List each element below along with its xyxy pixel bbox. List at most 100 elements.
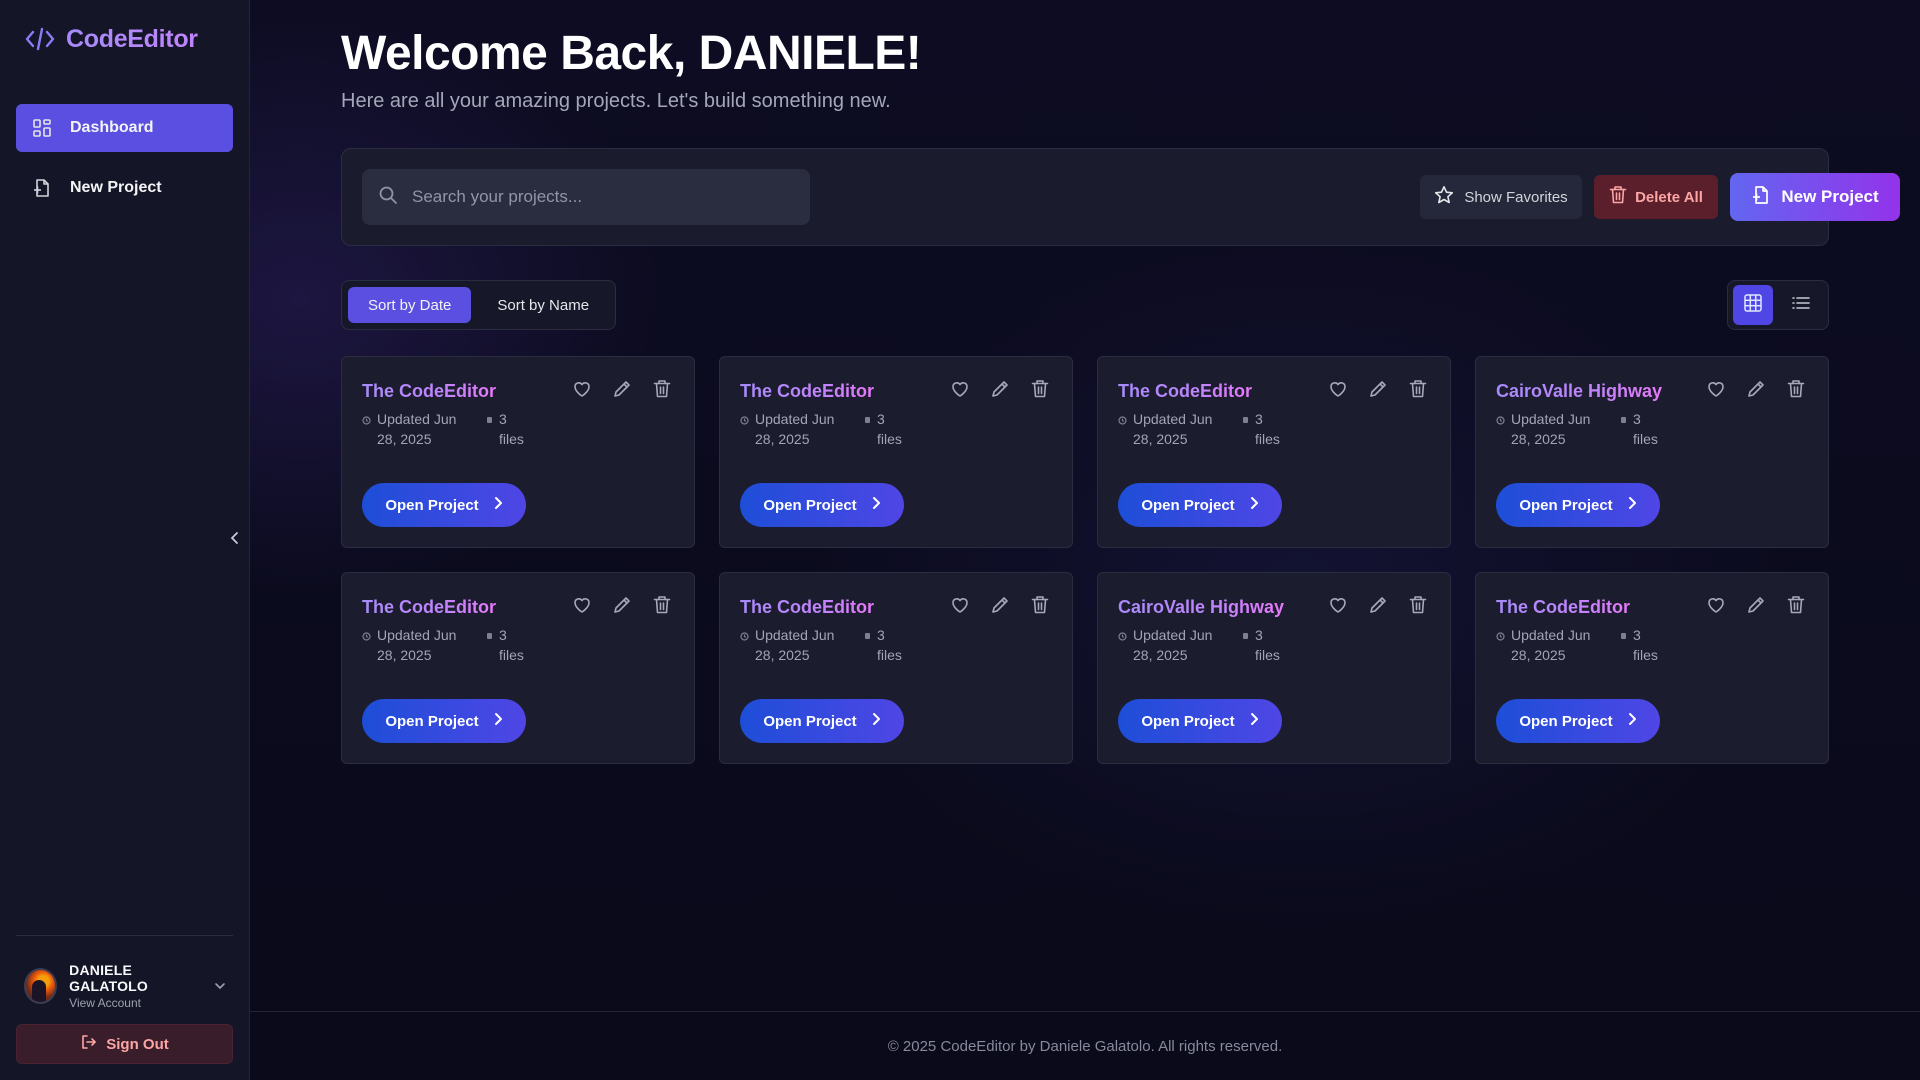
open-project-button[interactable]: Open Project (1496, 699, 1660, 743)
open-project-button[interactable]: Open Project (740, 699, 904, 743)
heart-icon[interactable] (572, 379, 592, 399)
chevron-left-icon (230, 531, 240, 550)
open-project-button[interactable]: Open Project (740, 483, 904, 527)
project-title: The CodeEditor (1118, 381, 1252, 401)
project-updated: Updated Jun 28, 2025 (377, 627, 457, 663)
code-brackets-icon (24, 25, 56, 53)
pencil-icon[interactable] (990, 595, 1010, 615)
open-project-button[interactable]: Open Project (362, 699, 526, 743)
heart-icon[interactable] (950, 379, 970, 399)
project-card[interactable]: The CodeEditor Updated Jun 28, 2025 3 fi… (341, 356, 695, 548)
avatar (24, 968, 58, 1004)
trash-icon[interactable] (1786, 595, 1806, 615)
file-icon (1620, 632, 1627, 640)
clock-icon (1118, 416, 1127, 425)
trash-icon[interactable] (1408, 595, 1428, 615)
sign-out-button[interactable]: Sign Out (16, 1024, 233, 1064)
dashboard-grid-icon (32, 118, 52, 138)
project-card[interactable]: The CodeEditor Updated Jun 28, 2025 3 fi… (719, 572, 1073, 764)
show-favorites-button[interactable]: Show Favorites (1420, 175, 1582, 219)
heart-icon[interactable] (1706, 595, 1726, 615)
project-title: The CodeEditor (740, 597, 874, 617)
chevron-right-icon (1249, 496, 1259, 514)
pencil-icon[interactable] (1746, 379, 1766, 399)
account-menu[interactable]: DANIELE GALATOLO View Account (24, 962, 226, 1010)
view-account-link[interactable]: View Account (69, 996, 202, 1010)
project-card[interactable]: The CodeEditor Updated Jun 28, 2025 3 fi… (1097, 356, 1451, 548)
show-favorites-label: Show Favorites (1464, 188, 1568, 206)
heart-icon[interactable] (1328, 379, 1348, 399)
project-updated: Updated Jun 28, 2025 (1133, 411, 1213, 447)
open-project-button[interactable]: Open Project (1118, 483, 1282, 527)
search-icon (378, 185, 398, 210)
sidebar-item-new-project[interactable]: New Project (16, 164, 233, 212)
open-project-button[interactable]: Open Project (362, 483, 526, 527)
project-title: The CodeEditor (1496, 597, 1630, 617)
trash-icon[interactable] (1408, 379, 1428, 399)
open-project-button[interactable]: Open Project (1496, 483, 1660, 527)
heart-icon[interactable] (572, 595, 592, 615)
project-card[interactable]: CairoValle Highway Updated Jun 28, 2025 … (1475, 356, 1829, 548)
star-icon (1434, 185, 1454, 209)
project-card[interactable]: The CodeEditor Updated Jun 28, 2025 3 fi… (719, 356, 1073, 548)
delete-all-button[interactable]: Delete All (1594, 175, 1718, 219)
chevron-right-icon (1249, 712, 1259, 730)
heart-icon[interactable] (950, 595, 970, 615)
pencil-icon[interactable] (612, 379, 632, 399)
chevron-right-icon (871, 712, 881, 730)
open-project-label: Open Project (763, 496, 857, 514)
open-project-label: Open Project (385, 712, 479, 730)
new-project-label: New Project (1781, 187, 1879, 206)
open-project-label: Open Project (1519, 496, 1613, 514)
grid-view-button[interactable] (1733, 285, 1773, 325)
project-toolbar: Show Favorites Delete All (341, 148, 1900, 246)
account-name: DANIELE GALATOLO (69, 962, 149, 994)
file-icon (1242, 632, 1249, 640)
trash-icon[interactable] (1786, 379, 1806, 399)
main-content: Welcome Back, DANIELE! Here are all your… (250, 0, 1920, 1080)
pencil-icon[interactable] (1368, 379, 1388, 399)
app-logo[interactable]: CodeEditor (24, 24, 198, 54)
project-title: The CodeEditor (362, 597, 496, 617)
chevron-right-icon (493, 496, 503, 514)
heart-icon[interactable] (1706, 379, 1726, 399)
project-grid: The CodeEditor Updated Jun 28, 2025 3 fi… (341, 356, 1829, 764)
trash-icon[interactable] (1030, 595, 1050, 615)
project-updated: Updated Jun 28, 2025 (1511, 411, 1591, 447)
chevron-right-icon (493, 712, 503, 730)
trash-icon[interactable] (652, 379, 672, 399)
page-subtitle: Here are all your amazing projects. Let'… (341, 90, 891, 112)
list-view-button[interactable] (1781, 285, 1821, 325)
chevron-right-icon (1627, 712, 1637, 730)
project-files: 3 files (1255, 411, 1280, 447)
open-project-button[interactable]: Open Project (1118, 699, 1282, 743)
sidebar-divider (16, 935, 233, 936)
sort-by-name-button[interactable]: Sort by Name (477, 287, 609, 323)
pencil-icon[interactable] (612, 595, 632, 615)
file-icon (1620, 416, 1627, 424)
project-updated: Updated Jun 28, 2025 (1133, 627, 1213, 663)
project-updated: Updated Jun 28, 2025 (755, 627, 835, 663)
project-card[interactable]: The CodeEditor Updated Jun 28, 2025 3 fi… (1475, 572, 1829, 764)
pencil-icon[interactable] (1746, 595, 1766, 615)
new-project-button[interactable]: New Project (1730, 173, 1900, 221)
file-icon (1242, 416, 1249, 424)
pencil-icon[interactable] (990, 379, 1010, 399)
search-input[interactable] (412, 187, 792, 207)
project-card[interactable]: CairoValle Highway Updated Jun 28, 2025 … (1097, 572, 1451, 764)
trash-icon[interactable] (1030, 379, 1050, 399)
file-plus-icon (32, 178, 52, 198)
pencil-icon[interactable] (1368, 595, 1388, 615)
project-card[interactable]: The CodeEditor Updated Jun 28, 2025 3 fi… (341, 572, 695, 764)
collapse-sidebar-button[interactable] (228, 530, 242, 550)
search-box[interactable] (362, 169, 810, 225)
sidebar: CodeEditor Dashboard New Project DANIELE… (0, 0, 250, 1080)
trash-icon (1609, 185, 1627, 209)
clock-icon (740, 632, 749, 641)
trash-icon[interactable] (652, 595, 672, 615)
heart-icon[interactable] (1328, 595, 1348, 615)
sidebar-item-label: Dashboard (70, 119, 154, 136)
sidebar-item-dashboard[interactable]: Dashboard (16, 104, 233, 152)
sort-by-date-button[interactable]: Sort by Date (348, 287, 472, 323)
chevron-right-icon (871, 496, 881, 514)
